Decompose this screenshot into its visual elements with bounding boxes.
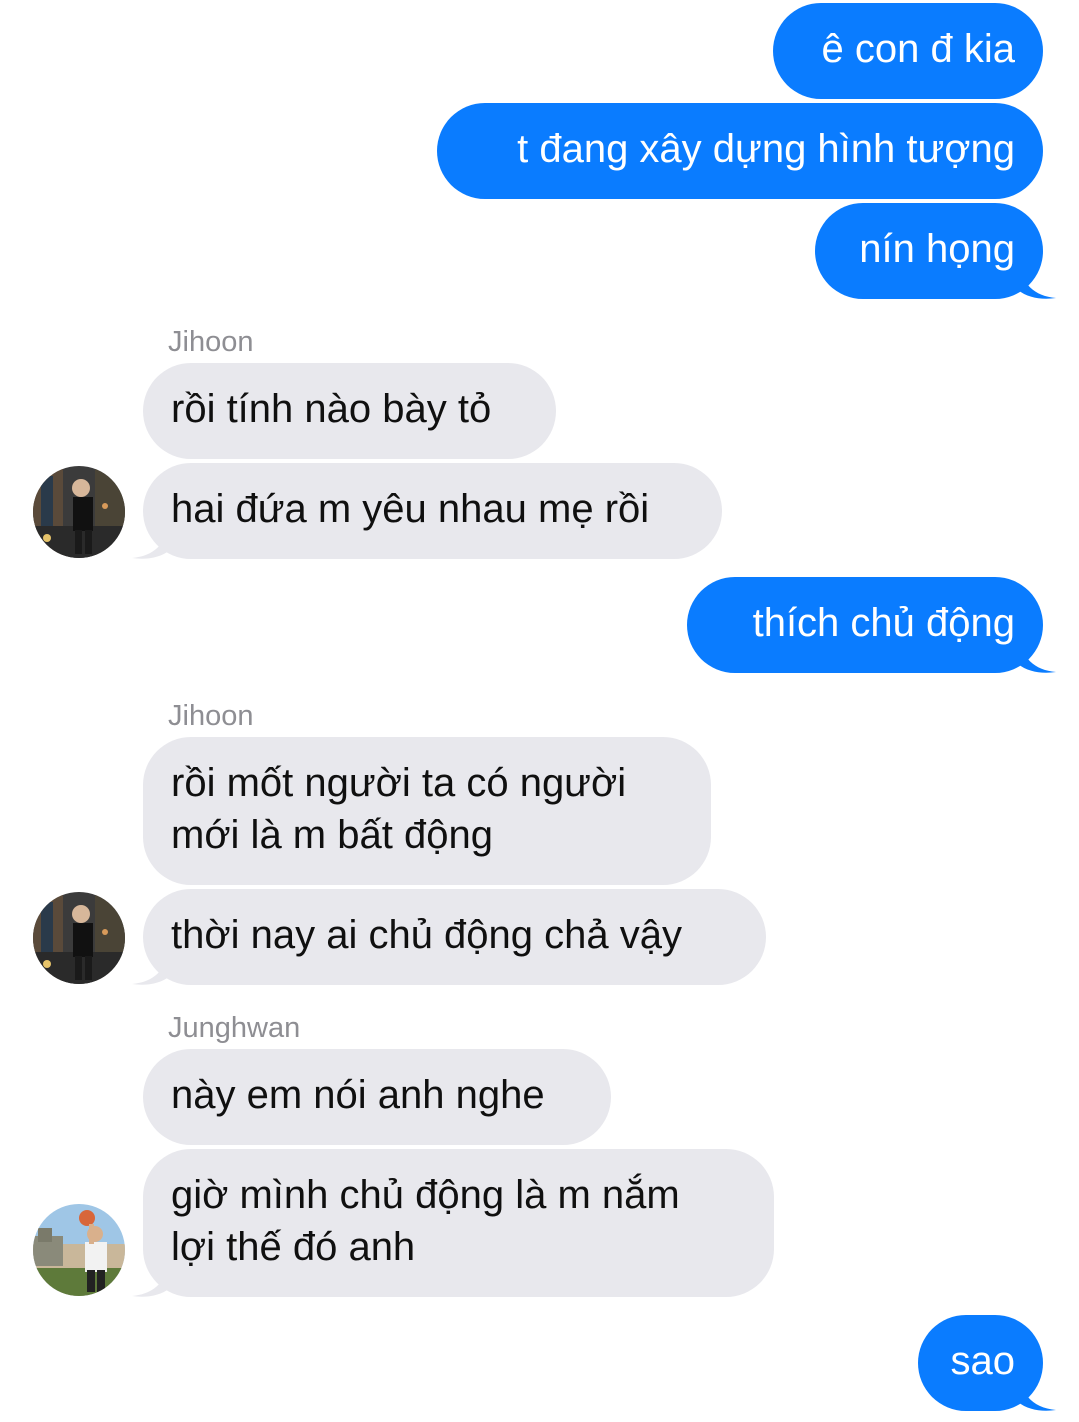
- bubble-tail: [1018, 262, 1056, 299]
- incoming-message[interactable]: thời nay ai chủ động chả vậy: [143, 889, 766, 985]
- bubble-tail: [1018, 1374, 1056, 1411]
- incoming-message[interactable]: rồi tính nào bày tỏ: [143, 363, 556, 459]
- message-text: ê con đ kia: [821, 27, 1015, 71]
- message-text: nín họng: [859, 227, 1015, 271]
- incoming-message[interactable]: hai đứa m yêu nhau mẹ rồi: [143, 463, 722, 559]
- chat-thread[interactable]: ê con đ kia t đang xây dựng hình tượng n…: [0, 0, 1079, 1422]
- avatar-photo: [33, 892, 125, 984]
- message-text-line: lợi thế đó anh: [171, 1225, 416, 1269]
- bubble-tail: [132, 522, 170, 559]
- message-text-line: mới là m bất động: [171, 813, 493, 857]
- avatar-photo: [33, 466, 125, 558]
- outgoing-message[interactable]: thích chủ động: [687, 577, 1043, 673]
- message-text: sao: [950, 1339, 1016, 1383]
- message-text: t đang xây dựng hình tượng: [517, 127, 1015, 171]
- message-text: rồi tính nào bày tỏ: [171, 387, 492, 431]
- incoming-message[interactable]: này em nói anh nghe: [143, 1049, 611, 1145]
- message-text: thích chủ động: [752, 601, 1015, 645]
- bubble-tail: [132, 948, 170, 985]
- outgoing-message[interactable]: t đang xây dựng hình tượng: [437, 103, 1043, 199]
- incoming-message[interactable]: giờ mình chủ động là m nắm lợi thế đó an…: [143, 1149, 774, 1297]
- avatar-junghwan[interactable]: [33, 1204, 125, 1296]
- bubble-tail: [1018, 636, 1056, 673]
- message-text: hai đứa m yêu nhau mẹ rồi: [171, 487, 650, 531]
- message-text: này em nói anh nghe: [171, 1073, 545, 1117]
- sender-name: Jihoon: [168, 326, 254, 358]
- outgoing-message[interactable]: ê con đ kia: [773, 3, 1043, 99]
- message-text: thời nay ai chủ động chả vậy: [171, 913, 682, 957]
- incoming-message[interactable]: rồi mốt người ta có người mới là m bất đ…: [143, 737, 711, 885]
- sender-name: Junghwan: [168, 1012, 301, 1044]
- bubble-tail: [132, 1260, 170, 1297]
- sender-name: Jihoon: [168, 700, 254, 732]
- outgoing-message[interactable]: nín họng: [815, 203, 1043, 299]
- avatar-jihoon[interactable]: [33, 466, 125, 558]
- avatar-jihoon[interactable]: [33, 892, 125, 984]
- message-text-line: rồi mốt người ta có người: [171, 761, 627, 805]
- avatar-photo: [33, 1204, 125, 1296]
- message-text-line: giờ mình chủ động là m nắm: [171, 1173, 680, 1217]
